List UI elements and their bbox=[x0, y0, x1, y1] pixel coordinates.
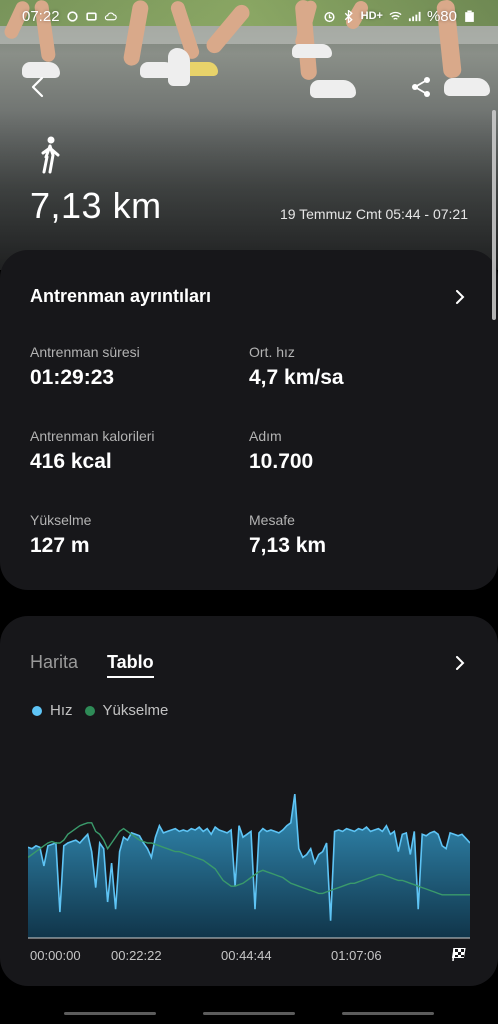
workout-datetime: 19 Temmuz Cmt 05:44 - 07:21 bbox=[279, 206, 468, 222]
finish-flag-icon bbox=[452, 947, 466, 962]
runner-shoe bbox=[310, 80, 356, 98]
stat-label-duration: Antrenman süresi bbox=[30, 344, 140, 360]
x-tick-label: 01:07:06 bbox=[331, 948, 382, 963]
workout-chart-card: Harita Tablo Hız Yükselme 00:00:00 00:22… bbox=[0, 616, 498, 986]
speed-elevation-chart bbox=[28, 794, 470, 939]
tab-map[interactable]: Harita bbox=[30, 652, 78, 673]
stat-label-steps: Adım bbox=[249, 428, 282, 444]
stat-value-steps: 10.700 bbox=[249, 450, 314, 473]
legend-item-elevation: Yükselme bbox=[84, 702, 169, 719]
legend-item-speed: Hız bbox=[32, 702, 73, 719]
chevron-right-icon[interactable] bbox=[453, 656, 467, 670]
back-icon[interactable] bbox=[28, 76, 50, 98]
x-tick-label: 00:00:00 bbox=[30, 948, 81, 963]
scrollbar[interactable] bbox=[492, 110, 496, 320]
legend-label-elevation: Yükselme bbox=[102, 702, 169, 719]
runner-shoe bbox=[292, 44, 332, 58]
wifi-icon bbox=[389, 11, 402, 20]
nav-back[interactable] bbox=[342, 1012, 434, 1015]
stat-label-distance: Mesafe bbox=[249, 512, 295, 528]
tab-table[interactable]: Tablo bbox=[107, 652, 154, 678]
battery-level: %80 bbox=[426, 7, 457, 25]
stat-value-avg-speed: 4,7 km/sa bbox=[249, 366, 344, 389]
status-bar: 07:22 HD+ %80 bbox=[0, 0, 498, 32]
battery-icon bbox=[465, 10, 474, 22]
legend-label-speed: Hız bbox=[50, 702, 73, 719]
stat-label-calories: Antrenman kalorileri bbox=[30, 428, 155, 444]
notification-icon bbox=[85, 11, 97, 21]
share-icon[interactable] bbox=[410, 76, 432, 98]
runner-shoe bbox=[168, 48, 190, 86]
system-nav-bar bbox=[0, 1000, 498, 1024]
stat-value-elevation: 127 m bbox=[30, 534, 90, 557]
cloud-icon bbox=[104, 12, 117, 20]
runner-shoe bbox=[444, 78, 490, 96]
stat-value-calories: 416 kcal bbox=[30, 450, 112, 473]
legend-dot-speed bbox=[32, 705, 42, 716]
stat-label-avg-speed: Ort. hız bbox=[249, 344, 295, 360]
details-title: Antrenman ayrıntıları bbox=[30, 286, 212, 306]
workout-hero-image bbox=[0, 0, 498, 270]
total-distance: 7,13 km bbox=[30, 185, 162, 226]
bluetooth-icon bbox=[344, 9, 353, 23]
alarm-icon bbox=[324, 11, 335, 22]
nav-recents[interactable] bbox=[64, 1012, 156, 1015]
stat-value-distance: 7,13 km bbox=[249, 534, 327, 557]
chevron-right-icon[interactable] bbox=[453, 290, 467, 304]
stat-value-duration: 01:29:23 bbox=[30, 366, 115, 389]
status-time: 07:22 bbox=[22, 7, 60, 25]
stat-label-elevation: Yükselme bbox=[30, 512, 92, 528]
chart-legend: Hız Yükselme bbox=[32, 702, 180, 719]
signal-icon bbox=[408, 11, 421, 21]
x-tick-label: 00:22:22 bbox=[111, 948, 162, 963]
speed-area bbox=[28, 794, 470, 938]
workout-details-card[interactable]: Antrenman ayrıntıları Antrenman süresi 0… bbox=[0, 250, 498, 590]
notification-icon bbox=[66, 10, 78, 22]
nav-home[interactable] bbox=[203, 1012, 295, 1015]
network-type: HD+ bbox=[360, 10, 383, 22]
walking-person-icon bbox=[41, 136, 60, 174]
legend-dot-elevation bbox=[84, 705, 95, 716]
x-tick-label: 00:44:44 bbox=[221, 948, 272, 963]
